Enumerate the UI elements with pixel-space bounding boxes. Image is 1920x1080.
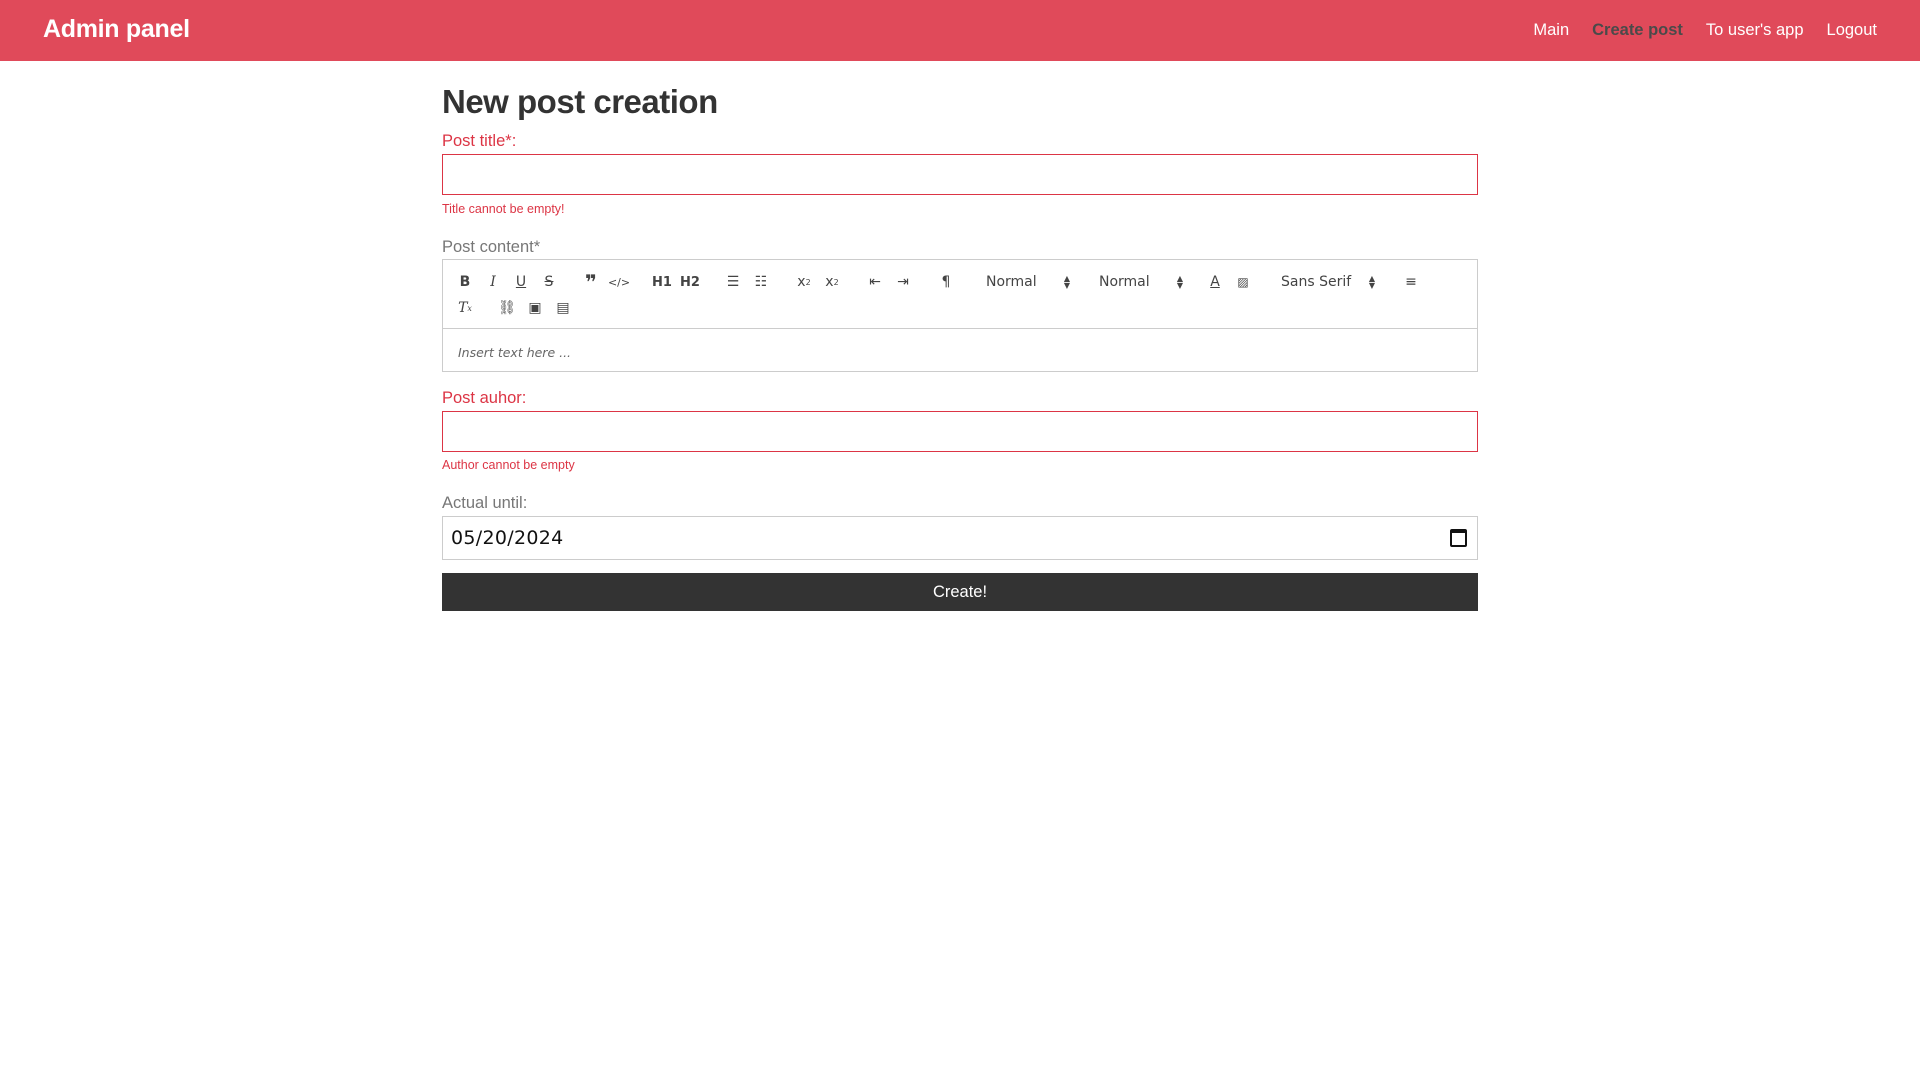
date-value: 05/20/2024: [451, 527, 564, 549]
editor-toolbar: B I U S ❞ </> H1 H2 ☰ ☷ x2 x2 ⇤ ⇥ ¶ Norm…: [443, 260, 1477, 329]
video-icon[interactable]: ▤: [552, 297, 574, 319]
font-picker-value: Sans Serif: [1281, 274, 1352, 290]
chevron-updown-icon: ▲ ▼: [1063, 274, 1070, 290]
editor-content-area[interactable]: Insert text here ...: [458, 345, 571, 360]
post-title-label: Post title*:: [442, 132, 517, 150]
post-author-error: Author cannot be empty: [442, 458, 575, 472]
text-color-icon[interactable]: A: [1204, 271, 1226, 293]
nav-link-create-post[interactable]: Create post: [1592, 19, 1683, 41]
top-navbar: Admin panel Main Create post To user's a…: [0, 0, 1920, 61]
brand-title[interactable]: Admin panel: [43, 14, 190, 44]
text-direction-icon[interactable]: ¶: [935, 271, 957, 293]
bold-icon[interactable]: B: [454, 271, 476, 293]
underline-icon[interactable]: U: [510, 271, 532, 293]
post-title-error: Title cannot be empty!: [442, 202, 565, 216]
size-picker[interactable]: Normal ▲ ▼: [1099, 271, 1183, 293]
link-icon[interactable]: ⛓: [496, 297, 518, 319]
post-content-label: Post content*: [442, 238, 541, 256]
nav-links: Main Create post To user's app Logout: [1533, 19, 1877, 41]
header-picker[interactable]: Normal ▲ ▼: [986, 271, 1070, 293]
post-title-input[interactable]: [442, 154, 1478, 195]
header-1-icon[interactable]: H1: [651, 271, 673, 293]
nav-link-logout[interactable]: Logout: [1827, 19, 1877, 41]
calendar-icon[interactable]: [1450, 529, 1467, 547]
strikethrough-icon[interactable]: S: [538, 271, 560, 293]
font-picker[interactable]: Sans Serif ▲ ▼: [1281, 271, 1375, 293]
ordered-list-icon[interactable]: ☰: [722, 271, 744, 293]
indent-icon[interactable]: ⇥: [892, 271, 914, 293]
blockquote-icon[interactable]: ❞: [580, 270, 602, 294]
bullet-list-icon[interactable]: ☷: [750, 271, 772, 293]
create-button[interactable]: Create!: [442, 573, 1478, 611]
post-author-input[interactable]: [442, 411, 1478, 452]
image-icon[interactable]: ▣: [524, 297, 546, 319]
italic-icon[interactable]: I: [482, 271, 504, 293]
actual-until-label: Actual until:: [442, 494, 528, 512]
page-title: New post creation: [442, 83, 718, 120]
code-block-icon[interactable]: </>: [608, 271, 630, 293]
clear-formatting-icon[interactable]: Tx: [454, 297, 476, 319]
rich-text-editor: B I U S ❞ </> H1 H2 ☰ ☷ x2 x2 ⇤ ⇥ ¶ Norm…: [442, 259, 1478, 372]
post-author-label: Post auhor:: [442, 389, 527, 407]
superscript-icon[interactable]: x2: [821, 271, 843, 293]
background-color-icon[interactable]: ▨: [1232, 271, 1254, 293]
actual-until-date-input[interactable]: 05/20/2024: [442, 516, 1478, 560]
nav-link-main[interactable]: Main: [1533, 19, 1569, 41]
header-2-icon[interactable]: H2: [679, 271, 701, 293]
chevron-updown-icon: ▲ ▼: [1368, 274, 1375, 290]
align-left-icon[interactable]: ≡: [1400, 271, 1422, 293]
size-picker-value: Normal: [1099, 274, 1150, 290]
subscript-icon[interactable]: x2: [793, 271, 815, 293]
outdent-icon[interactable]: ⇤: [864, 271, 886, 293]
header-picker-value: Normal: [986, 274, 1037, 290]
nav-link-users-app[interactable]: To user's app: [1706, 19, 1804, 41]
chevron-updown-icon: ▲ ▼: [1176, 274, 1183, 290]
